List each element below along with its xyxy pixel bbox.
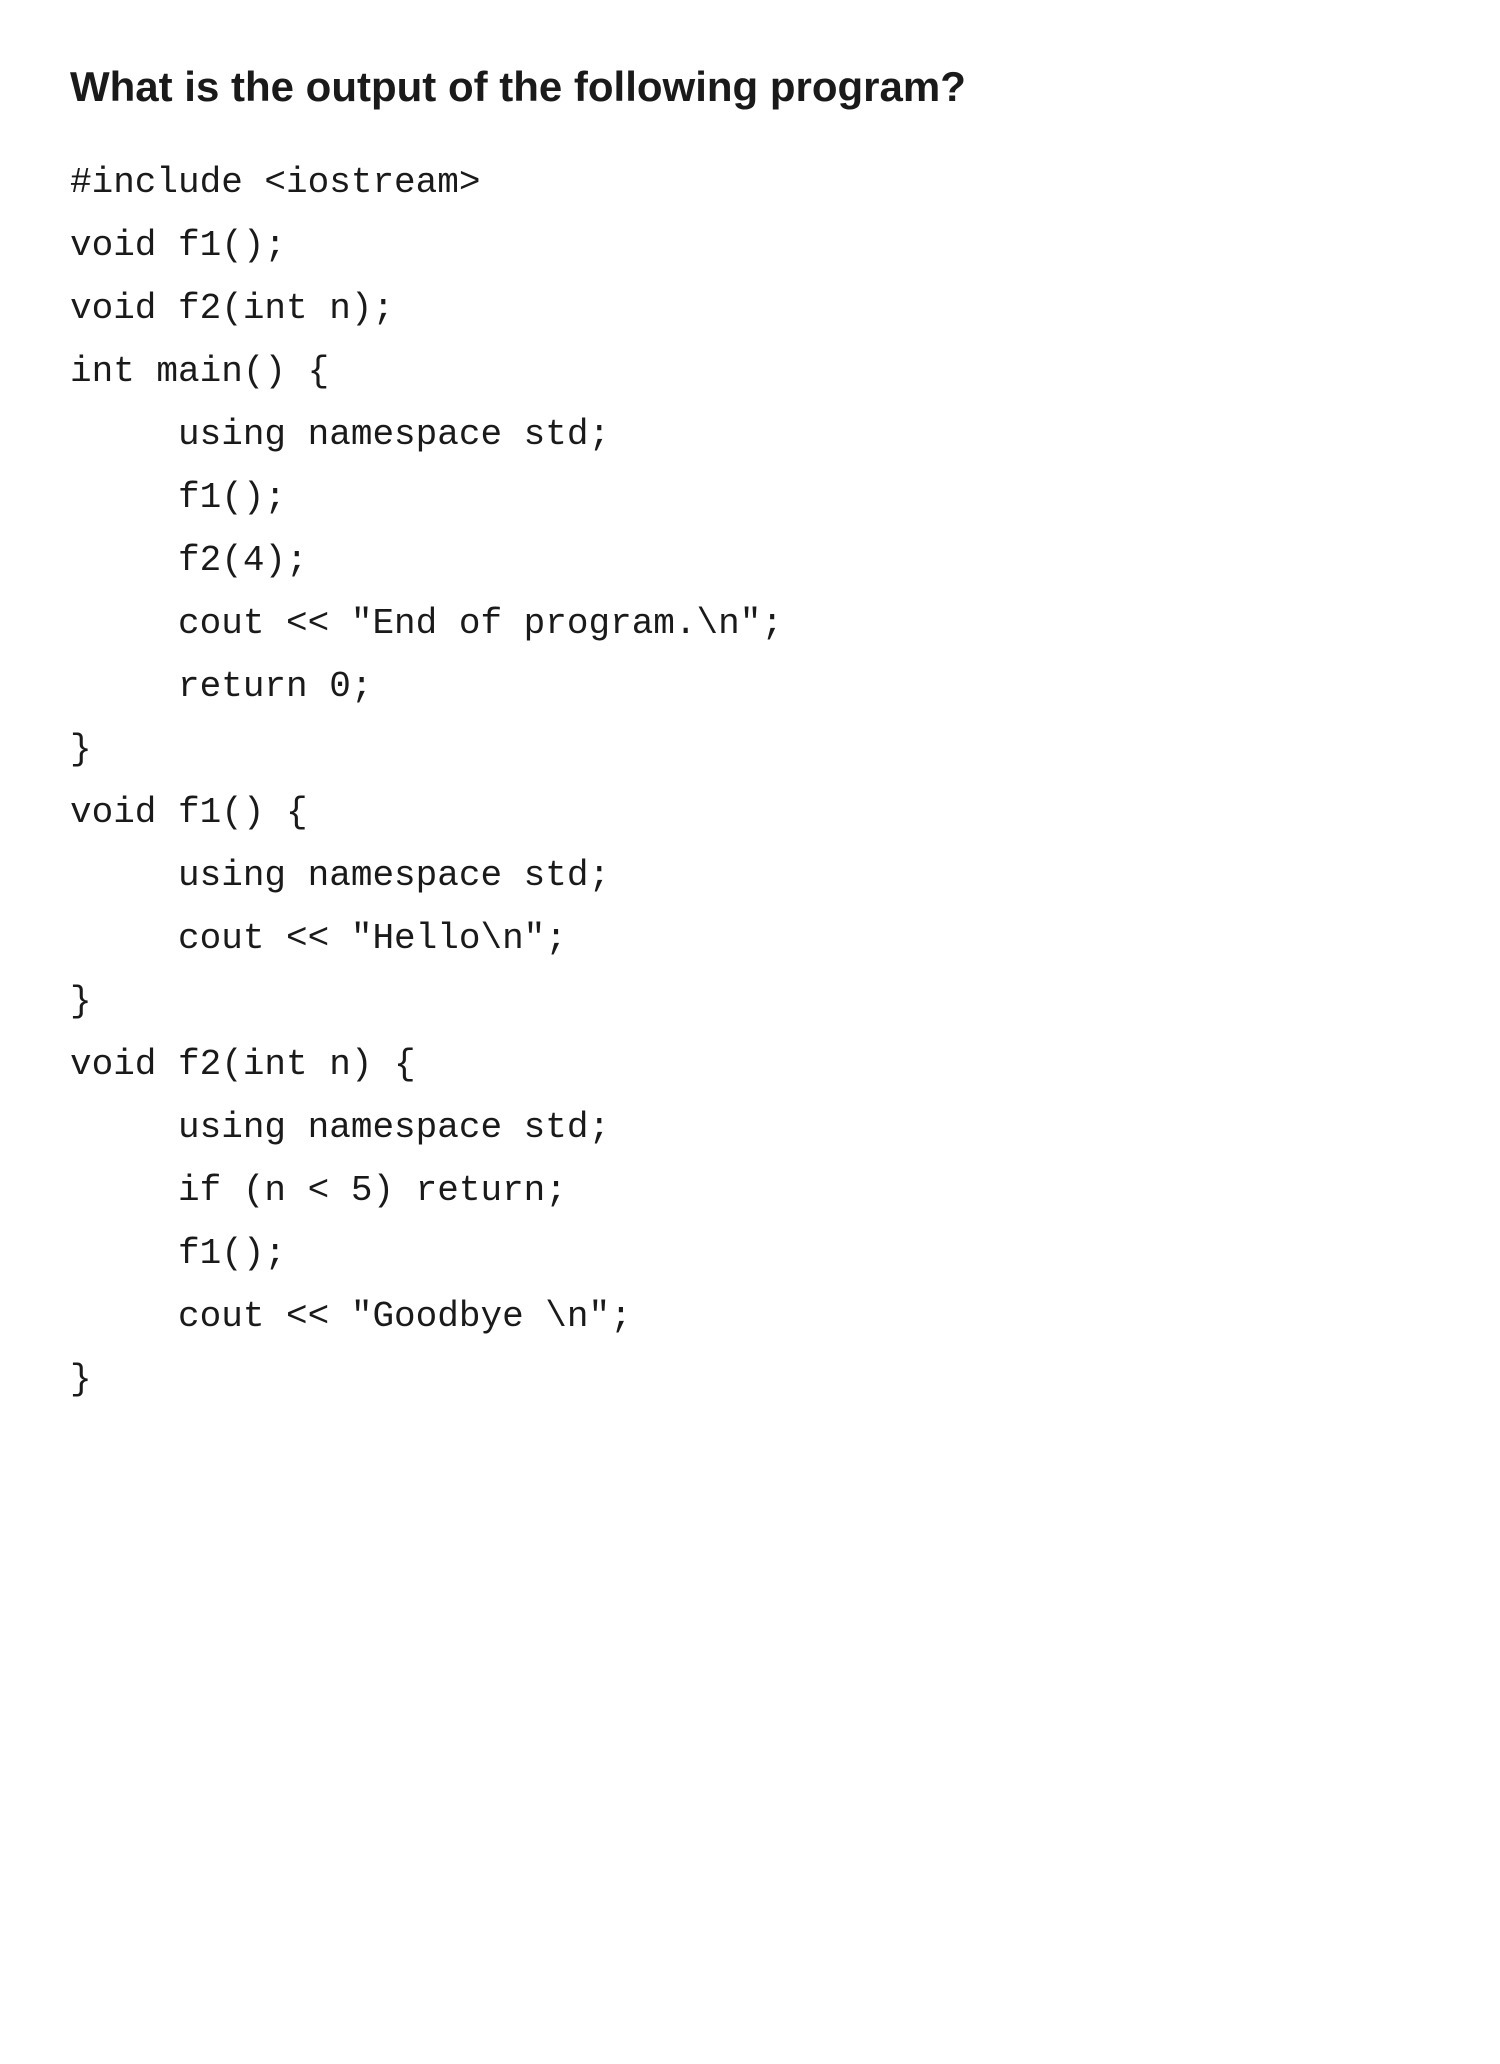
code-line-8: return 0; [70, 655, 1430, 718]
code-line-17: f1(); [70, 1222, 1430, 1285]
code-line-14: void f2(int n) { [70, 1033, 1430, 1096]
code-line-1: void f1(); [70, 214, 1430, 277]
code-line-3: int main() { [70, 340, 1430, 403]
code-line-9: } [70, 718, 1430, 781]
code-line-11: using namespace std; [70, 844, 1430, 907]
code-line-2: void f2(int n); [70, 277, 1430, 340]
code-line-13: } [70, 970, 1430, 1033]
code-line-6: f2(4); [70, 529, 1430, 592]
question-title: What is the output of the following prog… [70, 60, 1430, 115]
code-line-5: f1(); [70, 466, 1430, 529]
code-line-4: using namespace std; [70, 403, 1430, 466]
code-line-10: void f1() { [70, 781, 1430, 844]
code-line-0: #include <iostream> [70, 151, 1430, 214]
code-line-19: } [70, 1348, 1430, 1411]
code-line-15: using namespace std; [70, 1096, 1430, 1159]
code-line-12: cout << "Hello\n"; [70, 907, 1430, 970]
code-line-7: cout << "End of program.\n"; [70, 592, 1430, 655]
code-line-18: cout << "Goodbye \n"; [70, 1285, 1430, 1348]
code-block: #include <iostream>void f1();void f2(int… [70, 151, 1430, 1411]
code-line-16: if (n < 5) return; [70, 1159, 1430, 1222]
